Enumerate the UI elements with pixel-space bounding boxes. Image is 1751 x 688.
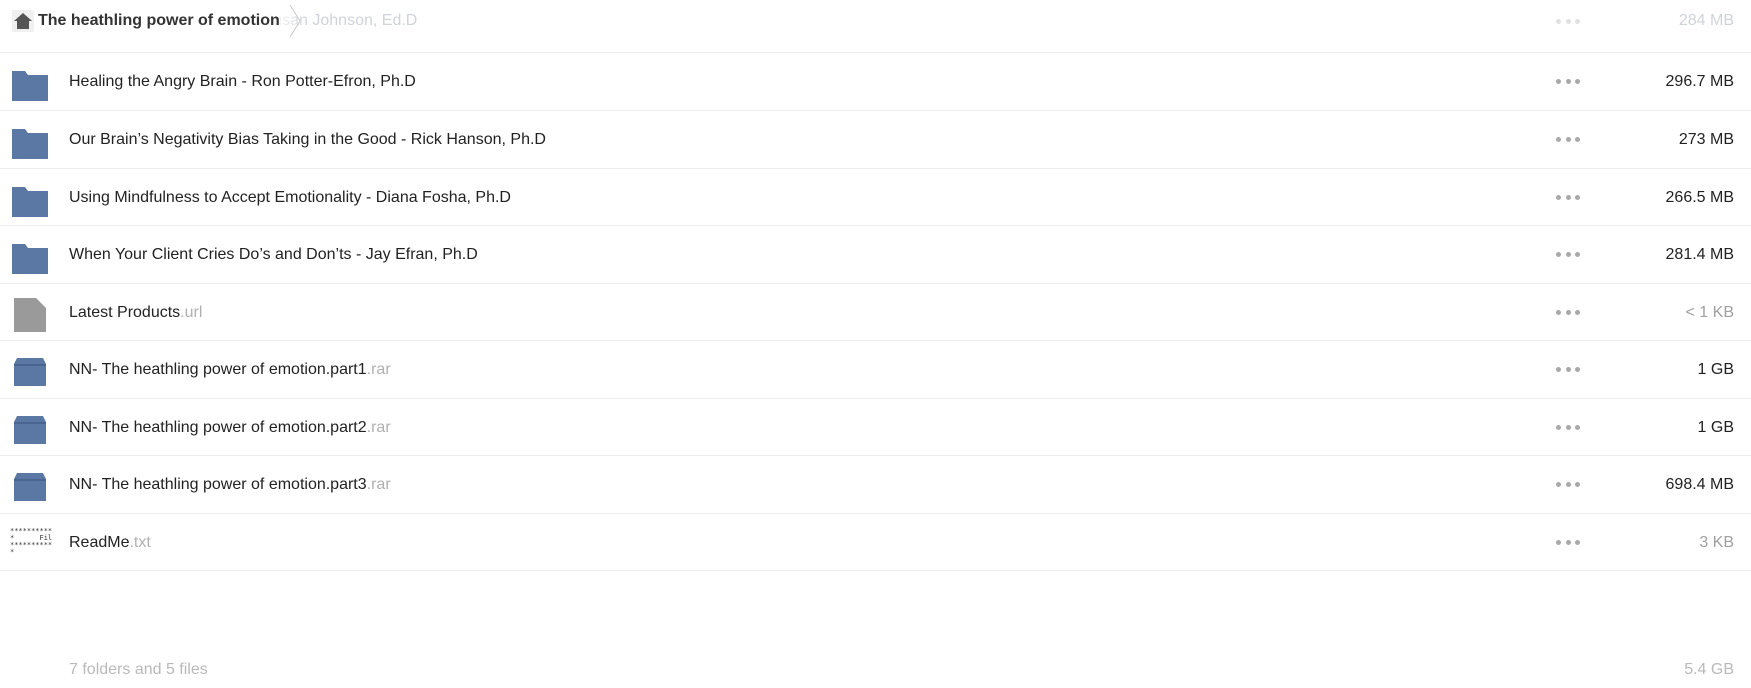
item-name: NN- The heathling power of emotion.part2… [69, 419, 391, 436]
item-name: Latest Products.url [69, 304, 203, 321]
more-actions-icon[interactable] [1556, 137, 1580, 143]
total-size: 5.4 GB [1684, 661, 1734, 678]
file-extension: .txt [129, 534, 151, 551]
more-actions-icon[interactable] [1556, 19, 1580, 25]
item-name: Healing the Angry Brain - Ron Potter-Efr… [69, 73, 416, 90]
list-item[interactable]: Using Mindfulness to Accept Emotionality… [0, 169, 1751, 226]
folder-icon [12, 129, 48, 159]
item-size: 1 GB [1697, 419, 1734, 436]
text-file-icon: ********** * File I ********** * [10, 528, 52, 556]
list-item[interactable]: Healing the Angry Brain - Ron Potter-Efr… [0, 53, 1751, 111]
breadcrumb: The heathling power of emotion [0, 0, 310, 41]
item-name: Using Mindfulness to Accept Emotionality… [69, 189, 511, 206]
list-item[interactable]: Our Brain’s Negativity Bias Taking in th… [0, 111, 1751, 169]
list-item[interactable]: NN- The heathling power of emotion.part3… [0, 456, 1751, 514]
home-icon [14, 12, 32, 29]
item-size: 266.5 MB [1665, 189, 1734, 206]
item-size: 273 MB [1678, 131, 1734, 148]
folder-icon [12, 244, 48, 274]
file-list: …ice in Couples Therapy - Susan Johnson,… [0, 0, 1751, 571]
list-item[interactable]: Latest Products.url < 1 KB [0, 284, 1751, 341]
folder-icon [12, 71, 48, 101]
list-item[interactable]: NN- The heathling power of emotion.part1… [0, 341, 1751, 399]
more-actions-icon[interactable] [1556, 252, 1580, 258]
file-extension: .rar [366, 476, 391, 493]
item-size: 281.4 MB [1665, 246, 1734, 263]
item-name: Our Brain’s Negativity Bias Taking in th… [69, 131, 546, 148]
archive-icon [14, 416, 46, 444]
archive-icon [14, 473, 46, 501]
more-actions-icon[interactable] [1556, 367, 1580, 373]
breadcrumb-current[interactable]: The heathling power of emotion [38, 12, 280, 30]
list-item[interactable]: NN- The heathling power of emotion.part2… [0, 399, 1751, 456]
item-name: NN- The heathling power of emotion.part3… [69, 476, 391, 493]
more-actions-icon[interactable] [1556, 425, 1580, 431]
home-button[interactable] [12, 9, 34, 32]
more-actions-icon[interactable] [1556, 540, 1580, 546]
item-count: 7 folders and 5 files [69, 661, 208, 678]
file-icon [14, 298, 46, 332]
list-item[interactable]: When Your Client Cries Do’s and Don’ts -… [0, 226, 1751, 284]
item-name: NN- The heathling power of emotion.part1… [69, 361, 391, 378]
item-size: < 1 KB [1685, 304, 1734, 321]
item-name: When Your Client Cries Do’s and Don’ts -… [69, 246, 478, 263]
more-actions-icon[interactable] [1556, 79, 1580, 85]
archive-icon [14, 358, 46, 386]
item-size: 1 GB [1697, 361, 1734, 378]
more-actions-icon[interactable] [1556, 482, 1580, 488]
more-actions-icon[interactable] [1556, 195, 1580, 201]
item-size: 698.4 MB [1665, 476, 1734, 493]
item-size: 3 KB [1699, 534, 1734, 551]
more-actions-icon[interactable] [1556, 310, 1580, 316]
item-size: 284 MB [1678, 12, 1734, 29]
chevron-right-icon [289, 4, 301, 37]
file-extension: .rar [366, 419, 391, 436]
item-name: ReadMe.txt [69, 534, 151, 551]
list-summary: 7 folders and 5 files 5.4 GB [0, 651, 1751, 688]
folder-icon [12, 187, 48, 217]
item-size: 296.7 MB [1665, 73, 1734, 90]
list-item[interactable]: ********** * File I ********** * ReadMe.… [0, 514, 1751, 571]
file-extension: .url [180, 304, 203, 321]
file-extension: .rar [366, 361, 391, 378]
